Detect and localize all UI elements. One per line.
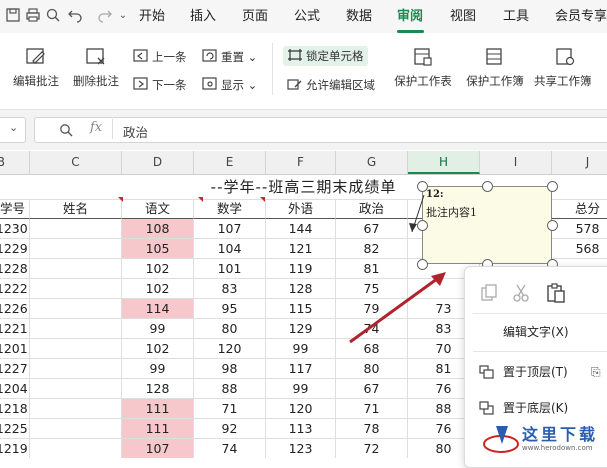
copy-icon[interactable] — [479, 283, 499, 306]
watermark: 这里下载 www.herodown.com — [478, 418, 607, 458]
watermark-logo-icon — [483, 426, 519, 453]
send-to-bottom-icon — [479, 401, 494, 415]
menu-separator — [473, 313, 607, 314]
bring-to-top-menu-item[interactable]: 置于顶层(T) ⎘ — [465, 357, 607, 387]
watermark-subtext: www.herodown.com — [522, 444, 593, 452]
cut-icon[interactable] — [511, 283, 531, 306]
annotation-arrowhead — [431, 272, 446, 286]
comment-connector-arrowhead — [409, 223, 417, 232]
bring-to-top-label: 置于顶层(T) — [503, 365, 568, 379]
paste-icon[interactable] — [545, 282, 567, 307]
menu-separator — [473, 351, 607, 352]
bring-to-top-icon — [479, 365, 494, 379]
annotation-arrow-line — [349, 274, 442, 344]
edit-text-label: 编辑文字(X) — [503, 325, 569, 339]
send-to-bottom-label: 置于底层(K) — [503, 401, 569, 415]
watermark-text: 这里下载 — [522, 425, 599, 444]
edit-text-menu-item[interactable]: 编辑文字(X) — [465, 317, 607, 347]
submenu-arrow-icon: ⎘ — [591, 365, 601, 379]
